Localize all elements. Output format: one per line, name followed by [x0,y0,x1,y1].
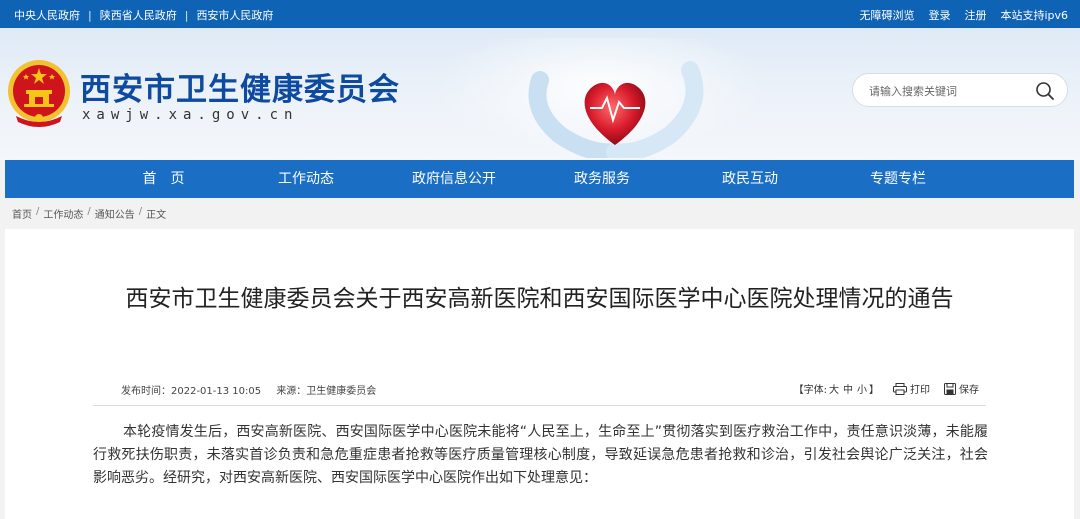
register-link[interactable]: 注册 [964,7,986,23]
meta-divider [93,405,986,406]
nav-item-home[interactable]: 首 页 [95,160,232,198]
nav-item-services[interactable]: 政务服务 [528,160,676,198]
nav-item-gov-info[interactable]: 政府信息公开 [380,160,528,198]
nav-item-interaction[interactable]: 政民互动 [676,160,824,198]
main-nav: 首 页 工作动态 政府信息公开 政务服务 政民互动 专题专栏 [5,160,1074,198]
print-label: 打印 [910,385,930,396]
site-header: 西安市卫生健康委员会 xawjw.xa.gov.cn [0,28,1080,160]
accessibility-link[interactable]: 无障碍浏览 [859,7,914,23]
link-shaanxi-gov[interactable]: 陕西省人民政府 [100,7,177,23]
save-button[interactable]: 保存 [944,381,979,396]
font-size-medium[interactable]: 中 [843,381,853,396]
separator: | [88,8,92,22]
save-label: 保存 [959,385,979,396]
login-link[interactable]: 登录 [928,7,950,23]
article-source: 来源：卫生健康委员会 [276,386,377,397]
search-input[interactable] [869,82,1029,100]
article-meta: 发布时间：2022-01-13 10:05 来源：卫生健康委员会 [121,382,388,397]
site-domain: xawjw.xa.gov.cn [82,107,299,123]
separator: | [184,8,189,22]
breadcrumb-separator: / [36,206,40,217]
font-size-small[interactable]: 小 [857,381,867,396]
top-utility-links: 无障碍浏览 登录 注册 本站支持ipv6 [859,7,1068,23]
article-tools: 【字体: 大 中 小 】 打印 保存 [794,381,979,396]
top-bar: 中央人民政府 | 陕西省人民政府 | 西安市人民政府 无障碍浏览 登录 注册 本… [0,0,1080,28]
nav-item-special[interactable]: 专题专栏 [824,160,972,198]
breadcrumb: 首页 / 工作动态 / 通知公告 / 正文 [12,206,166,221]
ipv6-support-label: 本站支持ipv6 [1000,9,1068,22]
link-xian-gov[interactable]: 西安市人民政府 [196,7,273,23]
printer-icon [893,382,907,395]
save-icon [944,382,956,395]
breadcrumb-work-news[interactable]: 工作动态 [43,206,83,221]
search-box [852,73,1068,107]
article-title: 西安市卫生健康委员会关于西安高新医院和西安国际医学中心医院处理情况的通告 [125,286,954,312]
top-links: 中央人民政府 | 陕西省人民政府 | 西安市人民政府 [14,7,273,23]
breadcrumb-separator: / [87,206,91,217]
font-size-label: 【字体: [793,385,827,396]
font-size-large[interactable]: 大 [829,381,839,396]
publish-time: 发布时间：2022-01-13 10:05 [121,386,262,397]
article-body: 本轮疫情发生后，西安高新医院、西安国际医学中心医院未能将“人民至上，生命至上”贯… [93,424,988,486]
font-size-close: 】 [869,385,879,396]
breadcrumb-home[interactable]: 首页 [12,206,32,221]
national-emblem-icon[interactable] [6,58,72,128]
breadcrumb-current: 正文 [146,210,167,221]
site-title[interactable]: 西安市卫生健康委员会 [80,64,400,109]
heart-hands-icon [528,61,704,158]
link-central-gov[interactable]: 中央人民政府 [14,7,80,23]
breadcrumb-separator: / [138,206,143,217]
article-panel: 西安市卫生健康委员会关于西安高新医院和西安国际医学中心医院处理情况的通告 发布时… [5,229,1074,519]
nav-item-work-news[interactable]: 工作动态 [232,160,380,198]
breadcrumb-notices[interactable]: 通知公告 [95,206,135,221]
print-button[interactable]: 打印 [893,381,930,396]
search-icon[interactable] [1035,81,1055,101]
